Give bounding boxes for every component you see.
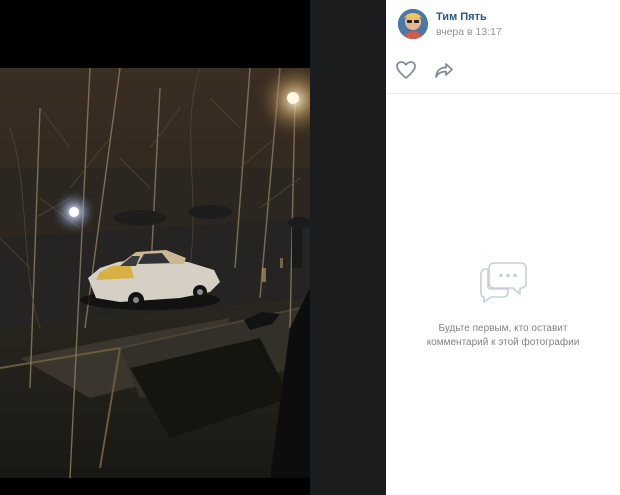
- post-actions: [386, 48, 620, 94]
- share-icon: [435, 63, 453, 78]
- heart-icon: [396, 61, 416, 79]
- share-button[interactable]: [433, 60, 455, 80]
- post-sidebar: Тим Пять вчера в 13:17 Будьте первым, кт…: [386, 0, 620, 495]
- photo-viewer: [0, 0, 386, 495]
- post-date[interactable]: вчера в 13:17: [436, 26, 502, 38]
- avatar[interactable]: [398, 9, 428, 39]
- comments-empty-text: Будьте первым, кто оставит комментарий к…: [400, 322, 606, 350]
- like-button[interactable]: [395, 60, 417, 80]
- photo-area[interactable]: [0, 0, 310, 495]
- comments-empty-line-2: комментарий к этой фотографии: [426, 337, 580, 348]
- photo[interactable]: [0, 68, 310, 478]
- author-name[interactable]: Тим Пять: [436, 11, 487, 23]
- comments-empty-state: Будьте первым, кто оставит комментарий к…: [386, 94, 620, 495]
- avatar-image: [398, 9, 428, 39]
- comments-empty-line-1: Будьте первым, кто оставит: [438, 323, 568, 334]
- post-header: Тим Пять вчера в 13:17: [386, 0, 620, 48]
- viewer-side-area[interactable]: [310, 0, 386, 495]
- comments-icon: [480, 262, 527, 303]
